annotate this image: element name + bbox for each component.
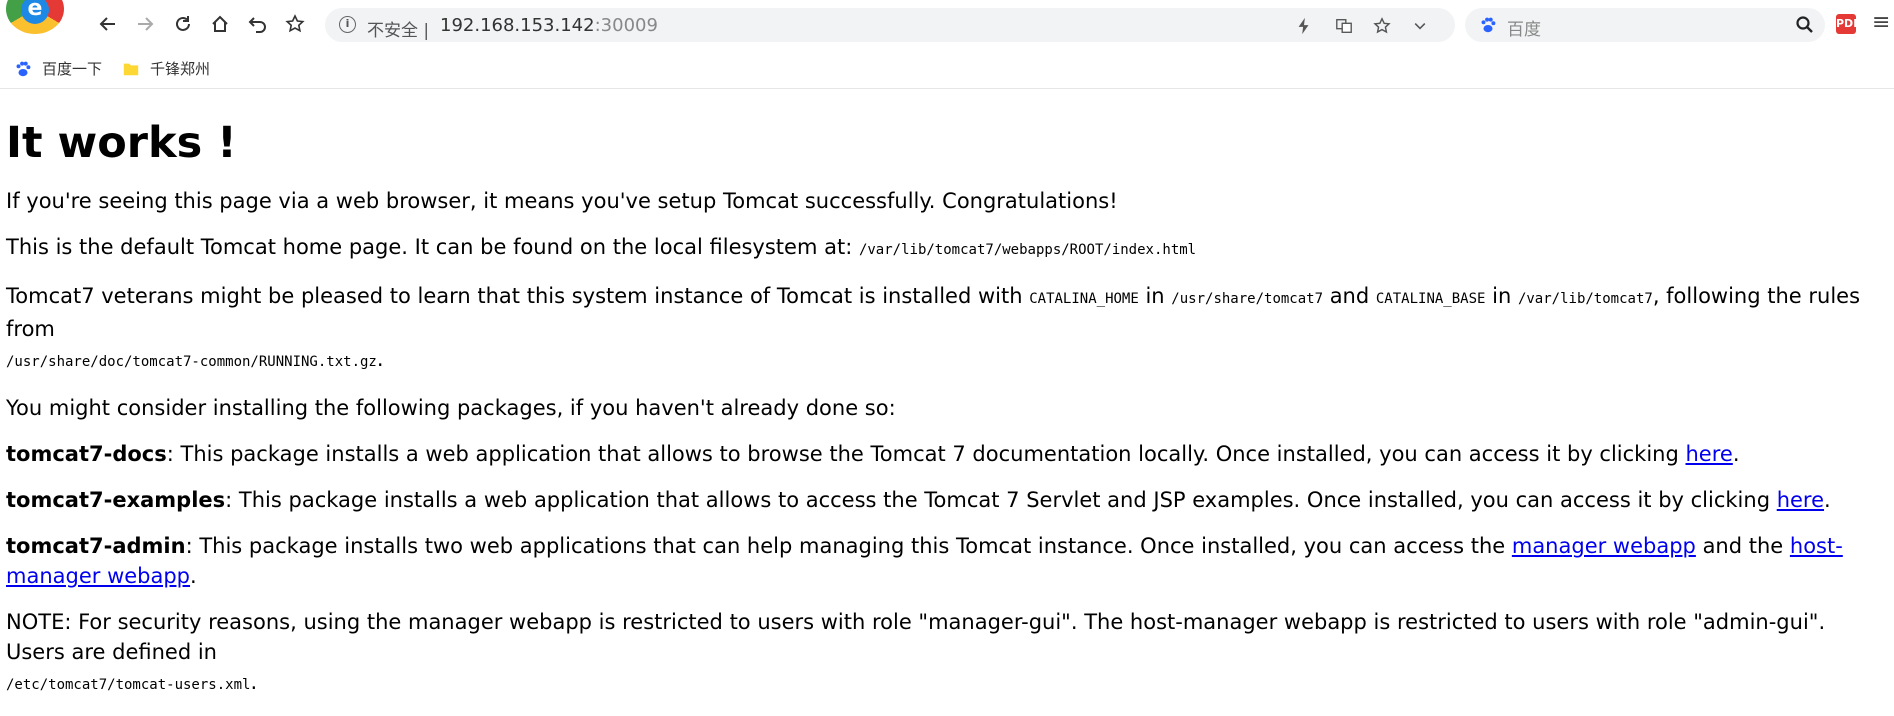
search-box[interactable]: 百度 bbox=[1465, 8, 1825, 42]
browser-toolbar: e i 不安全 | 192.168.153.142:30009 百度 PDF ≡ bbox=[0, 0, 1894, 44]
bookmark-star-icon[interactable] bbox=[1371, 15, 1393, 37]
bookmark-label: 百度一下 bbox=[42, 60, 103, 78]
bookmark-baidu[interactable]: 百度一下 bbox=[14, 58, 102, 79]
baidu-paw-icon bbox=[16, 61, 31, 76]
packages-intro: You might consider installing the follow… bbox=[6, 396, 896, 420]
menu-icon[interactable]: ≡ bbox=[1872, 10, 1890, 35]
examples-here-link[interactable]: here bbox=[1777, 488, 1824, 512]
address-bar[interactable]: i 不安全 | 192.168.153.142:30009 bbox=[325, 8, 1455, 42]
intro-paragraph: If you're seeing this page via a web bro… bbox=[6, 189, 1118, 213]
page-content: It works ! If you're seeing this page vi… bbox=[6, 96, 1886, 716]
favorite-star-icon[interactable] bbox=[283, 12, 307, 36]
note-paragraph: NOTE: For security reasons, using the ma… bbox=[6, 610, 1826, 694]
tomcat-users-path: /etc/tomcat7/tomcat-users.xml bbox=[6, 677, 251, 693]
search-icon[interactable] bbox=[1795, 15, 1815, 35]
page-title: It works ! bbox=[6, 118, 237, 168]
browser-logo-icon: e bbox=[6, 0, 64, 34]
back-icon[interactable] bbox=[96, 12, 120, 36]
security-label[interactable]: 不安全 | bbox=[367, 16, 429, 41]
pdf-extension-icon[interactable]: PDF bbox=[1836, 14, 1861, 34]
search-placeholder[interactable]: 百度 bbox=[1507, 15, 1541, 40]
manager-webapp-link[interactable]: manager webapp bbox=[1512, 534, 1696, 558]
docs-package-paragraph: tomcat7-docs: This package installs a we… bbox=[6, 442, 1740, 466]
lightning-icon[interactable] bbox=[1293, 15, 1315, 37]
translate-icon[interactable] bbox=[1333, 15, 1355, 37]
bookmarks-bar: 百度一下 千锋郑州 bbox=[0, 48, 1894, 89]
docs-package-name: tomcat7-docs bbox=[6, 442, 167, 466]
folder-icon bbox=[123, 63, 139, 75]
reload-icon[interactable] bbox=[171, 12, 195, 36]
examples-package-name: tomcat7-examples bbox=[6, 488, 226, 512]
url-text[interactable]: 192.168.153.142:30009 bbox=[440, 15, 658, 36]
index-path: /var/lib/tomcat7/webapps/ROOT/index.html bbox=[858, 242, 1197, 258]
examples-package-paragraph: tomcat7-examples: This package installs … bbox=[6, 488, 1831, 512]
home-icon[interactable] bbox=[208, 12, 232, 36]
catalina-base: CATALINA_BASE bbox=[1375, 291, 1486, 307]
site-info-icon[interactable]: i bbox=[339, 16, 356, 33]
default-page-paragraph: This is the default Tomcat home page. It… bbox=[6, 235, 1197, 259]
base-path: /var/lib/tomcat7 bbox=[1517, 291, 1653, 307]
admin-package-paragraph: tomcat7-admin: This package installs two… bbox=[6, 534, 1843, 588]
bookmark-qianfeng[interactable]: 千锋郑州 bbox=[122, 58, 210, 79]
chevron-down-icon[interactable] bbox=[1409, 15, 1431, 37]
undo-icon[interactable] bbox=[246, 12, 270, 36]
docs-here-link[interactable]: here bbox=[1686, 442, 1733, 466]
home-path: /usr/share/tomcat7 bbox=[1171, 291, 1324, 307]
bookmark-label: 千锋郑州 bbox=[150, 60, 211, 78]
forward-icon[interactable] bbox=[133, 12, 157, 36]
catalina-home: CATALINA_HOME bbox=[1029, 291, 1139, 307]
running-path: /usr/share/doc/tomcat7-common/RUNNING.tx… bbox=[6, 354, 377, 370]
admin-package-name: tomcat7-admin bbox=[6, 534, 186, 558]
baidu-paw-icon bbox=[1481, 17, 1496, 33]
veterans-paragraph: Tomcat7 veterans might be pleased to lea… bbox=[6, 284, 1861, 371]
